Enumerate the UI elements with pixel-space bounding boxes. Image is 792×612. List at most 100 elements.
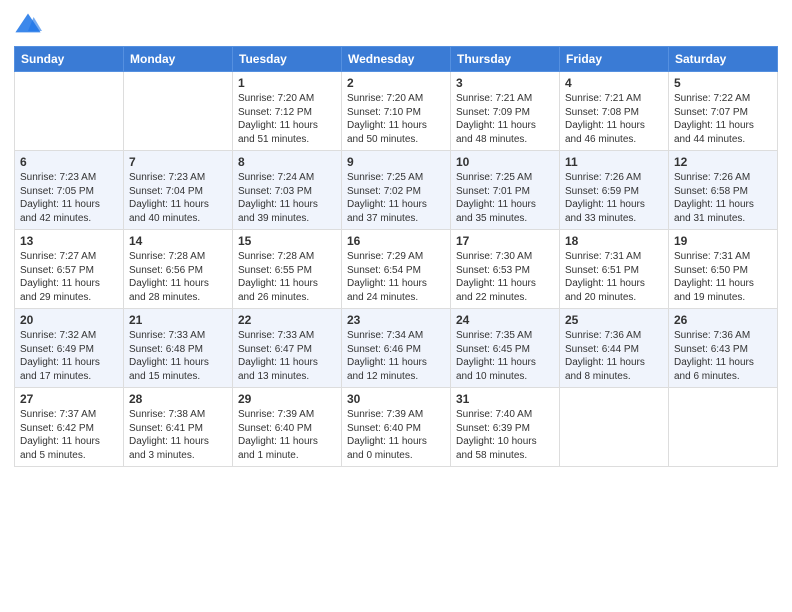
- day-number: 11: [565, 155, 663, 169]
- day-number: 10: [456, 155, 554, 169]
- day-number: 6: [20, 155, 118, 169]
- day-info: Sunrise: 7:34 AM Sunset: 6:46 PM Dayligh…: [347, 329, 445, 383]
- logo-icon: [14, 10, 42, 38]
- calendar-cell: 18Sunrise: 7:31 AM Sunset: 6:51 PM Dayli…: [560, 230, 669, 309]
- calendar-week-2: 6 Sunrise: 7:23 AM Sunset: 7:05 PM Daylig…: [15, 151, 778, 230]
- day-number: 23: [347, 313, 445, 327]
- day-info: Sunrise: 7:25 AM Sunset: 7:01 PM Dayligh…: [456, 171, 554, 225]
- day-info: Sunrise: 7:33 AM Sunset: 6:48 PM Dayligh…: [129, 329, 227, 383]
- calendar-cell: 24 Sunrise: 7:35 AM Sunset: 6:45 PM Dayli…: [451, 309, 560, 388]
- calendar-cell: 11 Sunrise: 7:26 AM Sunset: 6:59 PM Dayli…: [560, 151, 669, 230]
- calendar-cell: 2 Sunrise: 7:20 AM Sunset: 7:10 PM Daylig…: [342, 72, 451, 151]
- calendar-header-wednesday: Wednesday: [342, 47, 451, 72]
- day-info: Sunrise: 7:20 AM Sunset: 7:10 PM Dayligh…: [347, 92, 445, 146]
- calendar-header-row: SundayMondayTuesdayWednesdayThursdayFrid…: [15, 47, 778, 72]
- calendar-cell: 6 Sunrise: 7:23 AM Sunset: 7:05 PM Daylig…: [15, 151, 124, 230]
- calendar-week-3: 13 Sunrise: 7:27 AM Sunset: 6:57 PM Dayli…: [15, 230, 778, 309]
- calendar-cell: 19 Sunrise: 7:31 AM Sunset: 6:50 PM Dayli…: [669, 230, 778, 309]
- calendar-cell: 26 Sunrise: 7:36 AM Sunset: 6:43 PM Dayli…: [669, 309, 778, 388]
- day-info: Sunrise: 7:21 AM Sunset: 7:08 PM Dayligh…: [565, 92, 663, 146]
- calendar-week-1: 1 Sunrise: 7:20 AM Sunset: 7:12 PM Daylig…: [15, 72, 778, 151]
- day-number: 5: [674, 76, 772, 90]
- page-container: SundayMondayTuesdayWednesdayThursdayFrid…: [0, 0, 792, 612]
- calendar-cell: 8Sunrise: 7:24 AM Sunset: 7:03 PM Daylig…: [233, 151, 342, 230]
- day-number: 13: [20, 234, 118, 248]
- day-number: 20: [20, 313, 118, 327]
- calendar-cell: 23 Sunrise: 7:34 AM Sunset: 6:46 PM Dayli…: [342, 309, 451, 388]
- day-number: 30: [347, 392, 445, 406]
- day-number: 21: [129, 313, 227, 327]
- day-info: Sunrise: 7:26 AM Sunset: 6:58 PM Dayligh…: [674, 171, 772, 225]
- day-number: 14: [129, 234, 227, 248]
- day-info: Sunrise: 7:37 AM Sunset: 6:42 PM Dayligh…: [20, 408, 118, 462]
- day-info: Sunrise: 7:35 AM Sunset: 6:45 PM Dayligh…: [456, 329, 554, 383]
- header: [14, 10, 778, 38]
- day-number: 2: [347, 76, 445, 90]
- calendar-cell: 25 Sunrise: 7:36 AM Sunset: 6:44 PM Dayli…: [560, 309, 669, 388]
- calendar-cell: 12 Sunrise: 7:26 AM Sunset: 6:58 PM Dayli…: [669, 151, 778, 230]
- day-info: Sunrise: 7:36 AM Sunset: 6:43 PM Dayligh…: [674, 329, 772, 383]
- day-number: 22: [238, 313, 336, 327]
- day-info: Sunrise: 7:23 AM Sunset: 7:04 PM Dayligh…: [129, 171, 227, 225]
- calendar-cell: 15 Sunrise: 7:28 AM Sunset: 6:55 PM Dayli…: [233, 230, 342, 309]
- calendar-header-thursday: Thursday: [451, 47, 560, 72]
- day-number: 7: [129, 155, 227, 169]
- day-info: Sunrise: 7:39 AM Sunset: 6:40 PM Dayligh…: [238, 408, 336, 462]
- calendar-cell: [124, 72, 233, 151]
- calendar-cell: 9Sunrise: 7:25 AM Sunset: 7:02 PM Daylig…: [342, 151, 451, 230]
- calendar-cell: 28 Sunrise: 7:38 AM Sunset: 6:41 PM Dayli…: [124, 388, 233, 467]
- day-info: Sunrise: 7:36 AM Sunset: 6:44 PM Dayligh…: [565, 329, 663, 383]
- day-number: 4: [565, 76, 663, 90]
- calendar-header-saturday: Saturday: [669, 47, 778, 72]
- day-number: 1: [238, 76, 336, 90]
- day-info: Sunrise: 7:38 AM Sunset: 6:41 PM Dayligh…: [129, 408, 227, 462]
- day-number: 24: [456, 313, 554, 327]
- calendar-header-friday: Friday: [560, 47, 669, 72]
- day-info: Sunrise: 7:27 AM Sunset: 6:57 PM Dayligh…: [20, 250, 118, 304]
- calendar-cell: 21 Sunrise: 7:33 AM Sunset: 6:48 PM Dayli…: [124, 309, 233, 388]
- calendar-cell: 17 Sunrise: 7:30 AM Sunset: 6:53 PM Dayli…: [451, 230, 560, 309]
- day-info: Sunrise: 7:30 AM Sunset: 6:53 PM Dayligh…: [456, 250, 554, 304]
- calendar-cell: 14 Sunrise: 7:28 AM Sunset: 6:56 PM Dayli…: [124, 230, 233, 309]
- day-info: Sunrise: 7:20 AM Sunset: 7:12 PM Dayligh…: [238, 92, 336, 146]
- day-info: Sunrise: 7:21 AM Sunset: 7:09 PM Dayligh…: [456, 92, 554, 146]
- day-info: Sunrise: 7:28 AM Sunset: 6:56 PM Dayligh…: [129, 250, 227, 304]
- calendar-cell: 22 Sunrise: 7:33 AM Sunset: 6:47 PM Dayli…: [233, 309, 342, 388]
- calendar-week-5: 27 Sunrise: 7:37 AM Sunset: 6:42 PM Dayli…: [15, 388, 778, 467]
- day-info: Sunrise: 7:24 AM Sunset: 7:03 PM Dayligh…: [238, 171, 336, 225]
- calendar-header-sunday: Sunday: [15, 47, 124, 72]
- day-info: Sunrise: 7:23 AM Sunset: 7:05 PM Dayligh…: [20, 171, 118, 225]
- day-info: Sunrise: 7:33 AM Sunset: 6:47 PM Dayligh…: [238, 329, 336, 383]
- day-info: Sunrise: 7:39 AM Sunset: 6:40 PM Dayligh…: [347, 408, 445, 462]
- day-number: 19: [674, 234, 772, 248]
- calendar-cell: 10 Sunrise: 7:25 AM Sunset: 7:01 PM Dayli…: [451, 151, 560, 230]
- calendar-cell: [15, 72, 124, 151]
- day-number: 27: [20, 392, 118, 406]
- calendar-cell: 3Sunrise: 7:21 AM Sunset: 7:09 PM Daylig…: [451, 72, 560, 151]
- day-number: 29: [238, 392, 336, 406]
- day-info: Sunrise: 7:26 AM Sunset: 6:59 PM Dayligh…: [565, 171, 663, 225]
- day-info: Sunrise: 7:29 AM Sunset: 6:54 PM Dayligh…: [347, 250, 445, 304]
- calendar-header-monday: Monday: [124, 47, 233, 72]
- day-info: Sunrise: 7:28 AM Sunset: 6:55 PM Dayligh…: [238, 250, 336, 304]
- calendar-cell: [560, 388, 669, 467]
- calendar-cell: 4 Sunrise: 7:21 AM Sunset: 7:08 PM Daylig…: [560, 72, 669, 151]
- day-info: Sunrise: 7:31 AM Sunset: 6:50 PM Dayligh…: [674, 250, 772, 304]
- day-number: 26: [674, 313, 772, 327]
- calendar-cell: 29 Sunrise: 7:39 AM Sunset: 6:40 PM Dayli…: [233, 388, 342, 467]
- day-info: Sunrise: 7:22 AM Sunset: 7:07 PM Dayligh…: [674, 92, 772, 146]
- day-number: 15: [238, 234, 336, 248]
- calendar-cell: 13 Sunrise: 7:27 AM Sunset: 6:57 PM Dayli…: [15, 230, 124, 309]
- calendar-cell: 20 Sunrise: 7:32 AM Sunset: 6:49 PM Dayli…: [15, 309, 124, 388]
- calendar-header-tuesday: Tuesday: [233, 47, 342, 72]
- calendar-cell: [669, 388, 778, 467]
- day-number: 12: [674, 155, 772, 169]
- day-number: 17: [456, 234, 554, 248]
- day-info: Sunrise: 7:32 AM Sunset: 6:49 PM Dayligh…: [20, 329, 118, 383]
- day-info: Sunrise: 7:31 AM Sunset: 6:51 PM Dayligh…: [565, 250, 663, 304]
- calendar-week-4: 20 Sunrise: 7:32 AM Sunset: 6:49 PM Dayli…: [15, 309, 778, 388]
- day-number: 25: [565, 313, 663, 327]
- day-number: 16: [347, 234, 445, 248]
- calendar-cell: 1 Sunrise: 7:20 AM Sunset: 7:12 PM Daylig…: [233, 72, 342, 151]
- day-number: 28: [129, 392, 227, 406]
